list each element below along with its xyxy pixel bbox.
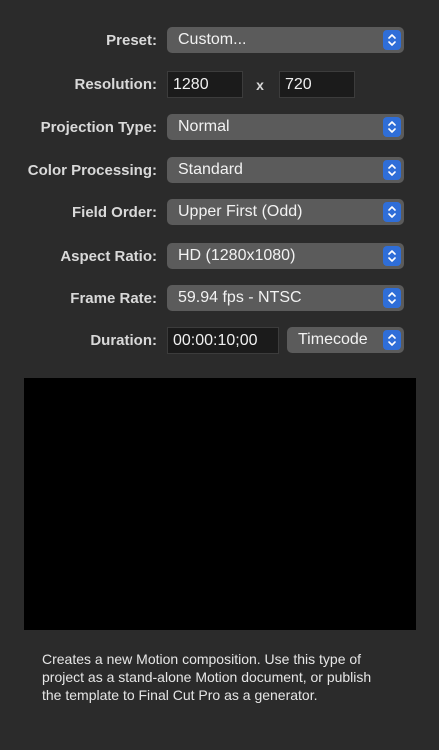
duration-field[interactable]: 00:00:10;00 [167, 327, 279, 354]
color-processing-popup[interactable]: Standard [167, 157, 404, 183]
preset-value: Custom... [178, 31, 247, 48]
frame-rate-label: Frame Rate: [70, 290, 157, 307]
field-order-popup[interactable]: Upper First (Odd) [167, 199, 404, 225]
color-processing-value: Standard [178, 161, 243, 178]
frame-rate-popup[interactable]: 59.94 fps - NTSC [167, 285, 404, 311]
chevron-up-down-icon [383, 30, 401, 50]
frame-rate-value: 59.94 fps - NTSC [178, 289, 302, 306]
chevron-up-down-icon [383, 330, 401, 350]
aspect-ratio-popup[interactable]: HD (1280x1080) [167, 243, 404, 269]
duration-label: Duration: [90, 332, 157, 349]
preset-popup[interactable]: Custom... [167, 27, 404, 53]
aspect-ratio-value: HD (1280x1080) [178, 247, 296, 264]
preset-row: Preset: Custom... [0, 26, 439, 56]
duration-unit-value: Timecode [298, 331, 368, 348]
color-processing-label: Color Processing: [27, 162, 157, 179]
frame-rate-row: Frame Rate: 59.94 fps - NTSC [0, 284, 439, 314]
duration-unit-popup[interactable]: Timecode [287, 327, 404, 353]
chevron-up-down-icon [383, 246, 401, 266]
field-order-row: Field Order: Upper First (Odd) [0, 198, 439, 228]
projection-type-label: Projection Type: [40, 119, 157, 136]
aspect-ratio-row: Aspect Ratio: HD (1280x1080) [0, 242, 439, 272]
resolution-label: Resolution: [74, 76, 158, 93]
chevron-up-down-icon [383, 117, 401, 137]
duration-row: Duration: 00:00:10;00 Timecode [0, 326, 439, 356]
chevron-up-down-icon [383, 288, 401, 308]
chevron-up-down-icon [383, 202, 401, 222]
project-settings-panel: Preset: Custom... Resolution: 1280 x 720… [0, 0, 439, 750]
field-order-value: Upper First (Odd) [178, 203, 303, 220]
color-processing-row: Color Processing: Standard [0, 156, 439, 186]
resolution-row: Resolution: 1280 x 720 [0, 70, 439, 100]
project-description: Creates a new Motion composition. Use th… [42, 651, 372, 703]
resolution-width-field[interactable]: 1280 [167, 71, 243, 98]
field-order-label: Field Order: [71, 204, 157, 221]
preset-label: Preset: [106, 32, 157, 49]
projection-type-row: Projection Type: Normal [0, 113, 439, 143]
projection-type-popup[interactable]: Normal [167, 114, 404, 140]
resolution-height-field[interactable]: 720 [279, 71, 355, 98]
preview-area [24, 378, 416, 630]
chevron-up-down-icon [383, 160, 401, 180]
projection-type-value: Normal [178, 118, 230, 135]
aspect-ratio-label: Aspect Ratio: [60, 248, 157, 265]
resolution-separator: x [256, 77, 264, 93]
